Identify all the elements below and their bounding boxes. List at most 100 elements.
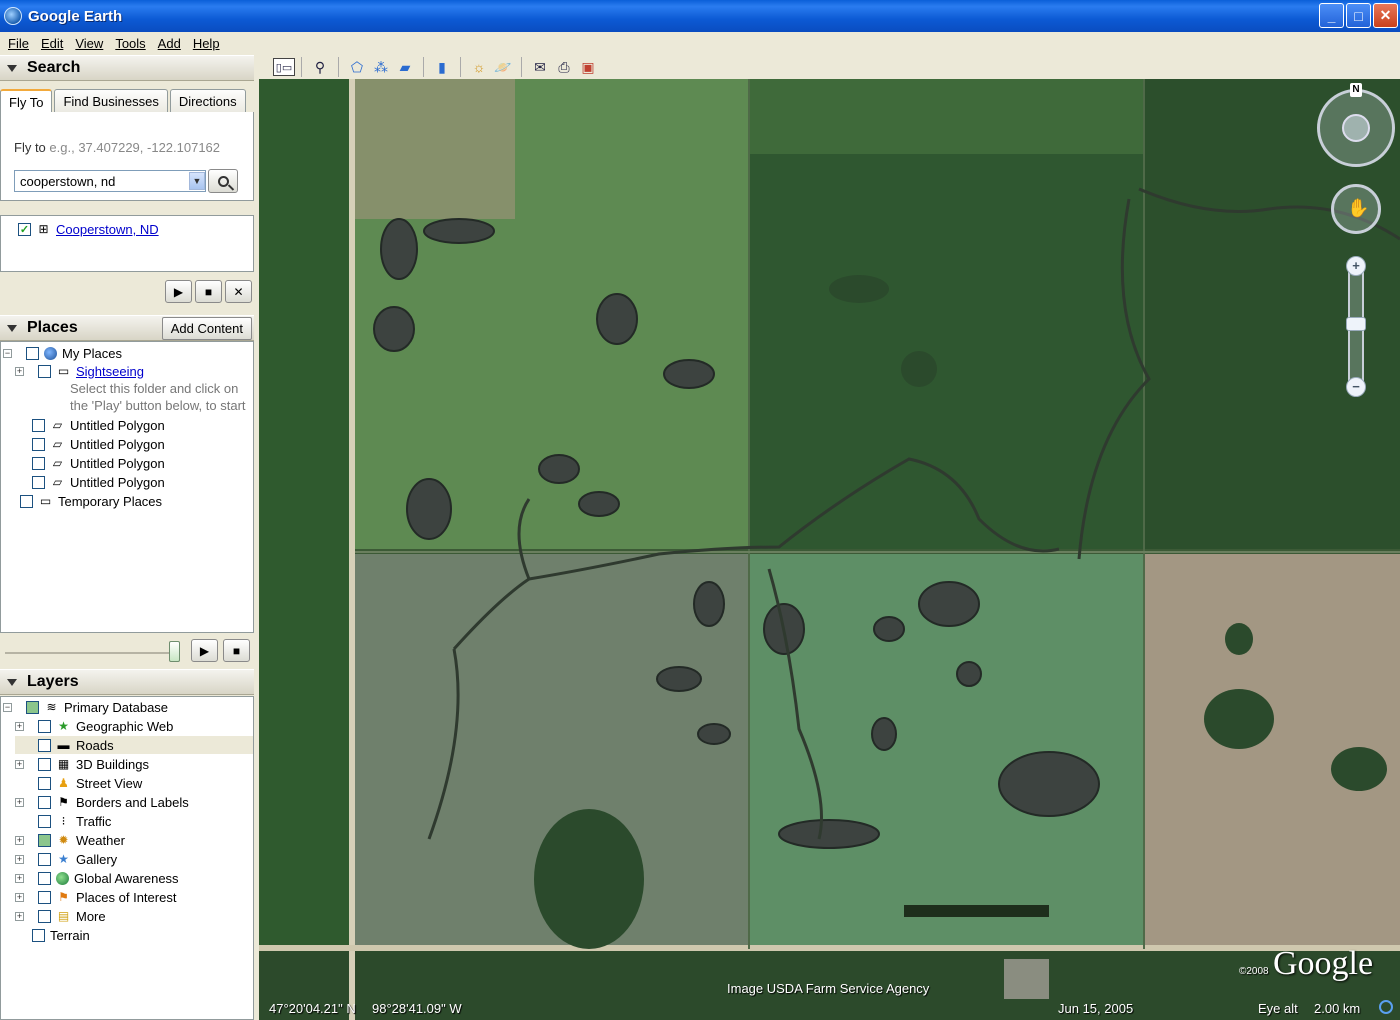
tab-find-businesses[interactable]: Find Businesses (54, 89, 168, 112)
map-view[interactable]: N ✋ + − ©2008 Google Image USDA Farm Ser… (259, 79, 1400, 1020)
expand-icon[interactable]: + (15, 854, 24, 864)
layer-more[interactable]: + ▤ More (15, 907, 106, 925)
collapse-triangle-icon[interactable] (7, 678, 17, 686)
layer-traffic[interactable]: ⁝ Traffic (15, 812, 111, 830)
expand-icon[interactable]: + (15, 911, 24, 921)
minimize-button[interactable]: _ (1319, 3, 1344, 28)
layer-checkbox[interactable] (26, 700, 39, 714)
layer-checkbox[interactable] (38, 776, 51, 790)
toggle-sidebar-button[interactable]: ▯▭ (273, 58, 295, 76)
tour-stop-button[interactable]: ■ (195, 280, 222, 303)
layer-global-awareness[interactable]: + Global Awareness (15, 869, 179, 887)
layer-checkbox[interactable] (38, 833, 51, 847)
layer-checkbox[interactable] (38, 871, 51, 885)
expand-icon[interactable]: + (15, 759, 24, 769)
places-header[interactable]: Places Add Content (0, 315, 254, 341)
layer-borders-and-labels[interactable]: + ⚑ Borders and Labels (15, 793, 189, 811)
layer-checkbox[interactable] (38, 719, 51, 733)
sunlight-button[interactable]: ☼ (467, 56, 491, 78)
layer-checkbox[interactable] (38, 909, 51, 923)
menu-tools[interactable]: Tools (109, 36, 151, 51)
layer-geographic-web[interactable]: + ★ Geographic Web (15, 717, 173, 735)
menu-add[interactable]: Add (152, 36, 187, 51)
zoom-in-button[interactable]: + (1346, 256, 1366, 276)
tree-item-polygon[interactable]: ▱ Untitled Polygon (32, 454, 165, 472)
tree-item-polygon[interactable]: ▱ Untitled Polygon (32, 473, 165, 491)
tree-checkbox[interactable] (38, 364, 51, 378)
places-play-button[interactable]: ▶ (191, 639, 218, 662)
move-control[interactable]: ✋ (1331, 184, 1381, 234)
menu-view[interactable]: View (69, 36, 109, 51)
view-in-google-maps-button[interactable]: ▣ (576, 56, 600, 78)
search-header[interactable]: Search (0, 55, 254, 81)
add-placemark-button[interactable]: ⚲ (308, 56, 332, 78)
layer-checkbox[interactable] (38, 814, 51, 828)
search-button[interactable] (208, 169, 238, 193)
compass-north-label[interactable]: N (1350, 83, 1362, 97)
tree-item-my-places[interactable]: − My Places (3, 344, 122, 362)
layer-weather[interactable]: + ✹ Weather (15, 831, 125, 849)
layers-header[interactable]: Layers (0, 669, 254, 695)
clear-results-button[interactable]: ✕ (225, 280, 252, 303)
layer-primary-database[interactable]: − ≋ Primary Database (3, 698, 168, 716)
layer-gallery[interactable]: + ★ Gallery (15, 850, 117, 868)
tab-fly-to[interactable]: Fly To (0, 89, 53, 114)
ruler-button[interactable]: ▮ (430, 56, 454, 78)
collapse-triangle-icon[interactable] (7, 64, 17, 72)
expand-icon[interactable]: + (15, 835, 24, 845)
expand-icon[interactable]: + (15, 892, 24, 902)
zoom-slider-thumb[interactable] (1346, 317, 1366, 331)
collapse-icon[interactable]: − (3, 348, 12, 358)
layer-street-view[interactable]: ♟ Street View (15, 774, 142, 792)
tree-item-polygon[interactable]: ▱ Untitled Polygon (32, 416, 165, 434)
layer-3d-buildings[interactable]: + ▦ 3D Buildings (15, 755, 149, 773)
tour-speed-slider-track[interactable] (5, 652, 180, 654)
collapse-icon[interactable]: − (3, 702, 12, 712)
menu-file[interactable]: File (2, 36, 35, 51)
layer-checkbox[interactable] (38, 890, 51, 904)
tree-item-temporary-places[interactable]: ▭ Temporary Places (20, 492, 162, 510)
email-button[interactable]: ✉ (528, 56, 552, 78)
layer-roads[interactable]: ▬ Roads (15, 736, 253, 754)
expand-icon[interactable]: + (15, 873, 24, 883)
tree-checkbox[interactable] (32, 418, 45, 432)
expand-icon[interactable]: + (15, 797, 24, 807)
layer-checkbox[interactable] (38, 795, 51, 809)
expand-icon[interactable]: + (15, 366, 24, 376)
tree-checkbox[interactable] (32, 475, 45, 489)
tour-play-button[interactable]: ▶ (165, 280, 192, 303)
collapse-triangle-icon[interactable] (7, 324, 17, 332)
result-item[interactable]: ✓ ⊞ Cooperstown, ND (9, 220, 159, 238)
places-stop-button[interactable]: ■ (223, 639, 250, 662)
add-path-button[interactable]: ⁂ (369, 56, 393, 78)
close-button[interactable]: ✕ (1373, 3, 1398, 28)
satellite-imagery[interactable] (259, 79, 1400, 1020)
tree-item-sightseeing[interactable]: + ▭ Sightseeing (15, 362, 144, 380)
layer-checkbox[interactable] (38, 738, 51, 752)
expand-icon[interactable]: + (15, 721, 24, 731)
eye-icon[interactable] (1342, 114, 1370, 142)
print-button[interactable]: ⎙ (552, 56, 576, 78)
result-link[interactable]: Cooperstown, ND (56, 222, 159, 237)
menu-edit[interactable]: Edit (35, 36, 69, 51)
tab-directions[interactable]: Directions (169, 89, 246, 112)
add-content-button[interactable]: Add Content (161, 317, 252, 340)
tour-speed-slider-thumb[interactable] (169, 641, 180, 662)
tree-item-polygon[interactable]: ▱ Untitled Polygon (32, 435, 165, 453)
tree-checkbox[interactable] (32, 437, 45, 451)
zoom-out-button[interactable]: − (1346, 377, 1366, 397)
history-dropdown-button[interactable]: ▼ (189, 172, 205, 190)
menu-help[interactable]: Help (187, 36, 226, 51)
tree-checkbox[interactable] (20, 494, 33, 508)
tree-checkbox[interactable] (26, 346, 39, 360)
result-checkbox[interactable]: ✓ (18, 222, 31, 236)
layer-terrain[interactable]: Terrain (32, 926, 90, 944)
add-image-overlay-button[interactable]: ▰ (393, 56, 417, 78)
tree-item-label[interactable]: Sightseeing (76, 364, 144, 379)
layer-checkbox[interactable] (38, 852, 51, 866)
fly-to-input[interactable] (14, 170, 206, 192)
maximize-button[interactable]: □ (1346, 3, 1371, 28)
look-around-control[interactable] (1317, 89, 1395, 167)
layer-places-of-interest[interactable]: + ⚑ Places of Interest (15, 888, 176, 906)
tree-checkbox[interactable] (32, 456, 45, 470)
